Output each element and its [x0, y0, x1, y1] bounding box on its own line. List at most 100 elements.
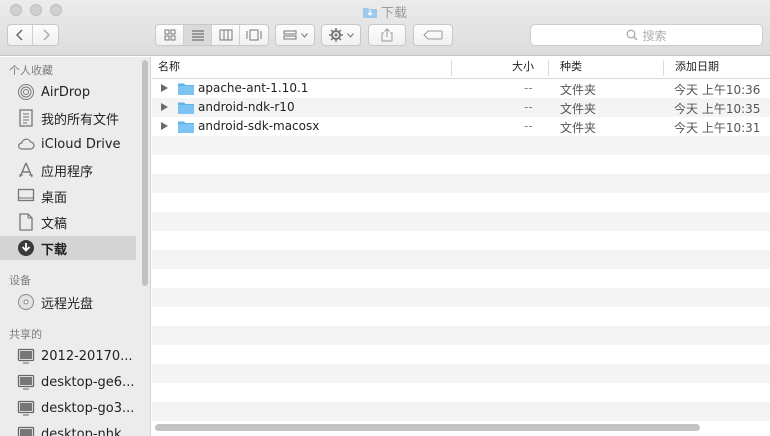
- sidebar-item-label: 下载: [41, 242, 68, 258]
- downloads-folder-icon: [362, 7, 377, 18]
- column-header-size[interactable]: 大小: [512, 57, 534, 79]
- chevron-right-icon: [42, 29, 50, 41]
- table-row[interactable]: android-ndk-r10 -- 文件夹 今天 上午10:35: [152, 98, 770, 117]
- finder-window: 下载 搜索 个人收藏 AirDrop 我的所有文件 iCloud Drive 应…: [0, 0, 770, 436]
- download-icon: [17, 239, 35, 257]
- file-date-added: 今天 上午10:31: [674, 121, 761, 135]
- column-divider[interactable]: [548, 60, 549, 76]
- folder-icon: [178, 121, 194, 133]
- table-row[interactable]: apache-ant-1.10.1 -- 文件夹 今天 上午10:36: [152, 79, 770, 98]
- sidebar-item-shared-computer[interactable]: 2012-20170...: [0, 344, 136, 368]
- computer-icon: [17, 373, 35, 391]
- file-kind: 文件夹: [560, 83, 597, 97]
- file-name: android-sdk-macosx: [198, 119, 320, 133]
- column-header-name[interactable]: 名称: [158, 57, 180, 79]
- sidebar-item-label: 2012-20170...: [41, 348, 133, 364]
- back-button[interactable]: [8, 25, 33, 45]
- column-divider[interactable]: [663, 60, 664, 76]
- search-input[interactable]: 搜索: [530, 24, 763, 46]
- empty-row: [152, 269, 770, 288]
- file-kind: 文件夹: [560, 121, 597, 135]
- chevron-left-icon: [16, 29, 23, 41]
- sidebar-section-favorites: 个人收藏: [9, 64, 53, 77]
- sidebar-item-remote-disc[interactable]: 远程光盘: [0, 290, 136, 314]
- disc-icon: [17, 293, 35, 311]
- empty-row: [152, 212, 770, 231]
- list-view-icon: [191, 30, 204, 41]
- empty-row: [152, 250, 770, 269]
- gallery-view-button[interactable]: [240, 25, 268, 45]
- icon-view-button[interactable]: [156, 25, 184, 45]
- sidebar-item-icloud-drive[interactable]: iCloud Drive: [0, 132, 136, 156]
- list-view-button[interactable]: [184, 25, 212, 45]
- tag-button[interactable]: [413, 24, 453, 46]
- empty-row: [152, 155, 770, 174]
- chevron-down-icon: [346, 32, 354, 38]
- sidebar-item-label: 我的所有文件: [41, 112, 120, 128]
- sidebar-item-label: 远程光盘: [41, 296, 94, 312]
- sidebar-item-all-files[interactable]: 我的所有文件: [0, 106, 136, 130]
- table-row[interactable]: android-sdk-macosx -- 文件夹 今天 上午10:31: [152, 117, 770, 136]
- disclosure-triangle-icon[interactable]: [161, 103, 168, 111]
- empty-row: [152, 364, 770, 383]
- sidebar-item-airdrop[interactable]: AirDrop: [0, 80, 136, 104]
- window-title: 下载: [0, 2, 770, 21]
- file-size: --: [524, 100, 533, 114]
- file-size: --: [524, 119, 533, 133]
- airdrop-icon: [17, 83, 35, 101]
- empty-row: [152, 326, 770, 345]
- icon-view-icon: [164, 29, 175, 41]
- share-button[interactable]: [368, 24, 406, 46]
- computer-icon: [17, 399, 35, 417]
- sidebar-item-applications[interactable]: 应用程序: [0, 158, 136, 182]
- empty-row: [152, 174, 770, 193]
- folder-icon: [178, 83, 194, 95]
- sidebar-item-shared-computer[interactable]: desktop-go3...: [0, 396, 136, 420]
- chevron-down-icon: [300, 32, 308, 38]
- all-files-icon: [17, 109, 35, 127]
- view-mode-control: [155, 24, 269, 46]
- empty-row: [152, 231, 770, 250]
- sidebar-item-label: desktop-ge6...: [41, 374, 135, 390]
- sidebar-item-label: 文稿: [41, 216, 68, 232]
- empty-row: [152, 288, 770, 307]
- search-placeholder: 搜索: [642, 28, 667, 43]
- arrange-button[interactable]: [275, 24, 315, 46]
- computer-icon: [17, 425, 35, 436]
- empty-row: [152, 402, 770, 421]
- disclosure-triangle-icon[interactable]: [161, 122, 168, 130]
- column-view-button[interactable]: [212, 25, 240, 45]
- empty-row: [152, 193, 770, 212]
- forward-button[interactable]: [33, 25, 58, 45]
- empty-row: [152, 136, 770, 155]
- window-title-text: 下载: [380, 6, 407, 21]
- sidebar-item-downloads[interactable]: 下载: [0, 236, 136, 260]
- column-header-date-added[interactable]: 添加日期: [675, 57, 719, 79]
- empty-row: [152, 345, 770, 364]
- horizontal-scrollbar[interactable]: [155, 424, 700, 431]
- column-divider[interactable]: [451, 60, 452, 76]
- sidebar-item-documents[interactable]: 文稿: [0, 210, 136, 234]
- disclosure-triangle-icon[interactable]: [161, 84, 168, 92]
- sidebar-scrollbar[interactable]: [142, 60, 148, 286]
- sidebar-item-label: iCloud Drive: [41, 136, 121, 152]
- sidebar-item-shared-computer[interactable]: desktop-ge6...: [0, 370, 136, 394]
- desktop-icon: [17, 187, 35, 205]
- file-size: --: [524, 81, 533, 95]
- sidebar-item-label: desktop-go3...: [41, 400, 135, 416]
- file-date-added: 今天 上午10:36: [674, 83, 761, 97]
- applications-icon: [17, 161, 35, 179]
- sidebar-item-shared-computer[interactable]: desktop-nhk...: [0, 422, 136, 436]
- file-kind: 文件夹: [560, 102, 597, 116]
- sidebar: 个人收藏 AirDrop 我的所有文件 iCloud Drive 应用程序 桌面…: [0, 57, 151, 436]
- arrange-icon: [283, 30, 296, 40]
- file-date-added: 今天 上午10:35: [674, 102, 761, 116]
- share-icon: [381, 28, 393, 42]
- documents-icon: [17, 213, 35, 231]
- column-header-kind[interactable]: 种类: [560, 57, 582, 79]
- file-name: apache-ant-1.10.1: [198, 81, 309, 95]
- search-icon: [627, 29, 639, 41]
- title-bar: 下载 搜索: [0, 0, 770, 56]
- action-button[interactable]: [321, 24, 361, 46]
- sidebar-item-desktop[interactable]: 桌面: [0, 184, 136, 208]
